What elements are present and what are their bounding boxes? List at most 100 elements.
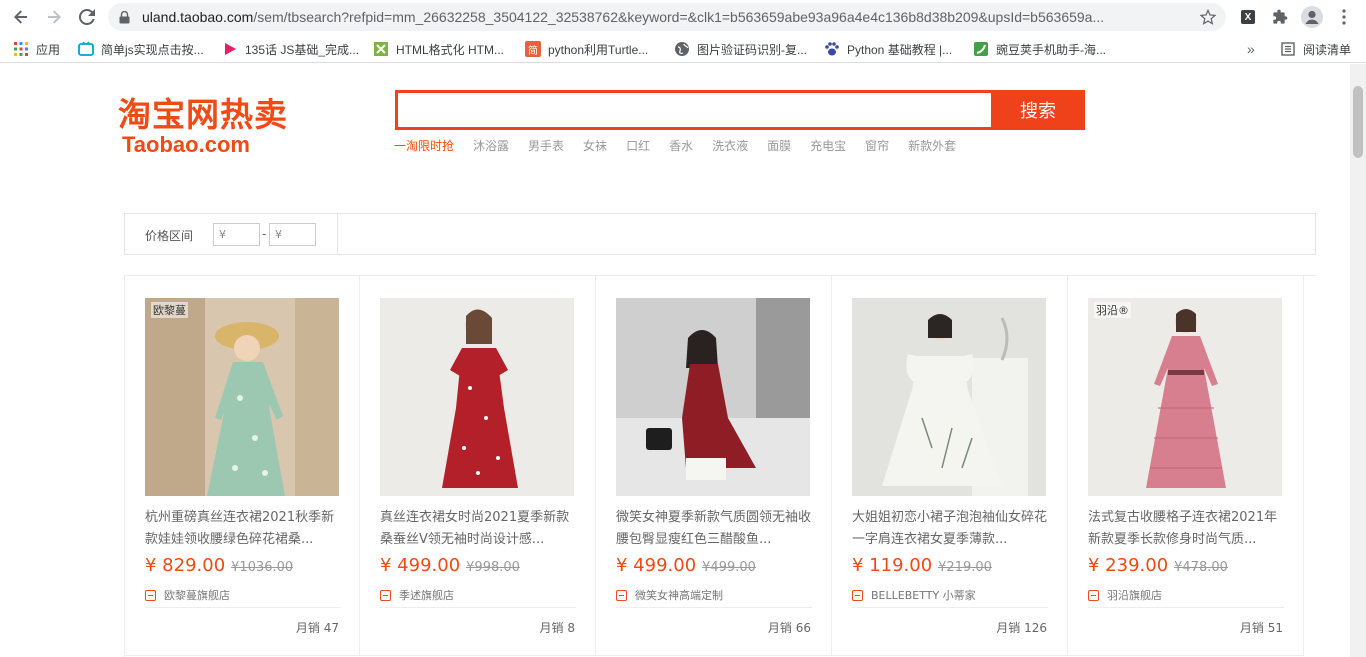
product-image[interactable] [852,298,1046,496]
product-image[interactable]: 羽沿® [1088,298,1282,496]
extensions-puzzle-icon[interactable] [1268,5,1292,29]
hot-keyword-link[interactable]: 沐浴露 [473,137,509,154]
shop-name[interactable]: 微笑女神高端定制 [616,587,723,603]
logo-english: Taobao.com [122,132,250,157]
original-price: ¥1036.00 [231,560,294,575]
page-content: 淘宝网热卖 Taobao.com 搜索 一淘限时抢 沐浴露 男手表 女袜 口红 香水 洗衣液… [0,64,1350,657]
price-range-label: 价格区间 [145,229,194,243]
product-title[interactable]: 微笑女神夏季新款气质圆领无袖收腰包臀显瘦红色三醋酸鱼... [616,507,812,551]
shop-name[interactable]: BELLEBETTY 小蒂家 [852,587,976,603]
product-card[interactable]: 羽沿® 法式复古收腰格子连衣裙2021年新款夏季长款修身时尚气质... ¥ 23… [1068,276,1304,656]
bookmark-item[interactable]: HTML格式化 HTM... [373,39,504,59]
product-image[interactable]: 欧黎蔓 [145,298,339,496]
reading-list-button[interactable]: 阅读清单 [1280,39,1351,59]
url-text: uland.taobao.com/sem/tbsearch?refpid=mm_… [142,9,1105,25]
shop-name[interactable]: 欧黎蔓旗舰店 [145,587,230,603]
browser-toolbar: uland.taobao.com/sem/tbsearch?refpid=mm_… [0,0,1366,34]
hot-keyword-link[interactable]: 充电宝 [810,137,846,154]
shop-icon [380,589,391,601]
product-card[interactable]: 真丝连衣裙女时尚2021夏季新款桑蚕丝V领无袖时尚设计感... ¥ 499.00… [360,276,596,656]
monthly-sales: 月销 8 [539,621,575,635]
extension-x-icon[interactable]: X [1236,5,1260,29]
forward-button[interactable] [42,5,66,29]
current-price: ¥ 119.00 [852,555,933,576]
product-price: ¥ 119.00 ¥219.00 [852,555,992,576]
product-image[interactable] [616,298,810,496]
current-price: ¥ 499.00 [616,555,697,576]
bookmark-item[interactable]: 135话 JS基础_完成... [222,39,359,59]
bookmark-item[interactable]: 豌豆荚手机助手-海... [973,39,1106,59]
lock-icon [119,11,130,24]
forward-arrow-icon [48,10,61,24]
bookmark-puzzle-icon [374,42,388,56]
hot-keyword-link[interactable]: 男手表 [528,137,564,154]
product-price: ¥ 829.00 ¥1036.00 [145,555,293,576]
bookmark-apps[interactable]: 应用 [13,39,60,59]
product-image-brand: 欧黎蔓 [151,302,188,318]
bookmarks-overflow-icon[interactable]: » [1247,39,1255,59]
card-divider [380,607,576,608]
bookmark-paw-icon [825,42,839,56]
bookmark-tv-icon [78,41,94,56]
product-image[interactable] [380,298,574,496]
product-price: ¥ 499.00 ¥499.00 [616,555,756,576]
profile-avatar-icon[interactable] [1300,5,1324,29]
price-filter: 价格区间 ¥ - ¥ [124,213,1316,255]
price-max-input[interactable]: ¥ [269,223,316,246]
card-divider [145,607,341,608]
monthly-sales: 月销 47 [295,621,339,635]
bookmark-pea-icon [974,42,988,56]
hot-keyword-link[interactable]: 面膜 [767,137,791,154]
product-image-brand: 羽沿® [1094,302,1131,318]
page-scrollbar[interactable] [1350,64,1366,657]
search-button[interactable]: 搜索 [991,90,1085,130]
current-price: ¥ 499.00 [380,555,461,576]
bookmark-item[interactable]: 图片验证码识别-复... [674,39,807,59]
card-divider [1088,607,1284,608]
shop-icon [616,589,627,601]
original-price: ¥478.00 [1174,560,1228,575]
product-title[interactable]: 真丝连衣裙女时尚2021夏季新款桑蚕丝V领无袖时尚设计感... [380,507,576,551]
product-card[interactable]: 微笑女神夏季新款气质圆领无袖收腰包臀显瘦红色三醋酸鱼... ¥ 499.00 ¥4… [596,276,832,656]
address-bar[interactable]: uland.taobao.com/sem/tbsearch?refpid=mm_… [108,3,1226,31]
scrollbar-thumb[interactable] [1353,86,1363,158]
hot-keyword-link[interactable]: 新款外套 [908,137,956,154]
monthly-sales: 月销 51 [1239,621,1283,635]
card-divider [616,607,812,608]
product-card[interactable]: 欧黎蔓 杭州重磅真丝连衣裙2021秋季新款娃娃领收腰绿色碎花裙桑... ¥ 82… [124,276,360,656]
current-price: ¥ 239.00 [1088,555,1169,576]
bookmark-item[interactable]: 简单js实现点击按... [78,39,204,59]
bookmark-jian-icon: 简 [525,41,541,57]
original-price: ¥219.00 [938,560,992,575]
price-min-input[interactable]: ¥ [213,223,260,246]
hot-keyword-link[interactable]: 口红 [626,137,650,154]
taobao-logo[interactable]: 淘宝网热卖 Taobao.com [118,88,338,157]
shop-icon [852,589,863,601]
shop-name[interactable]: 羽沿旗舰店 [1088,587,1162,603]
bookmark-item[interactable]: 简 python利用Turtle... [525,39,648,59]
product-grid-next-row [124,644,1316,657]
product-title[interactable]: 大姐姐初恋小裙子泡泡袖仙女碎花一字肩连衣裙女夏季薄款... [852,507,1048,551]
hot-keyword-link[interactable]: 窗帘 [865,137,889,154]
bookmark-item[interactable]: Python 基础教程 |... [824,39,952,59]
filter-divider [337,214,338,254]
star-bookmark-icon[interactable] [1200,9,1216,25]
hot-keyword-link[interactable]: 香水 [669,137,693,154]
shop-icon [1088,589,1099,601]
back-button[interactable] [9,5,33,29]
logo-chinese: 淘宝网热卖 [118,95,288,134]
hot-keyword-link[interactable]: 一淘限时抢 [394,137,454,154]
product-card[interactable]: 大姐姐初恋小裙子泡泡袖仙女碎花一字肩连衣裙女夏季薄款... ¥ 119.00 ¥2… [832,276,1068,656]
menu-kebab-icon[interactable] [1332,5,1356,29]
bookmarks-bar: 应用 简单js实现点击按... 135话 JS基础_完成... HTML格式化 … [0,34,1366,63]
product-title[interactable]: 法式复古收腰格子连衣裙2021年新款夏季长款修身时尚气质... [1088,507,1284,551]
bookmark-play-icon [225,43,236,55]
shop-name-text: 季述旗舰店 [399,589,454,602]
shop-name[interactable]: 季述旗舰店 [380,587,454,603]
reload-button[interactable] [75,5,99,29]
search-input[interactable] [395,90,991,130]
hot-keyword-link[interactable]: 女袜 [583,137,607,154]
price-dash: - [262,227,267,241]
product-title[interactable]: 杭州重磅真丝连衣裙2021秋季新款娃娃领收腰绿色碎花裙桑... [145,507,341,551]
hot-keyword-link[interactable]: 洗衣液 [712,137,748,154]
